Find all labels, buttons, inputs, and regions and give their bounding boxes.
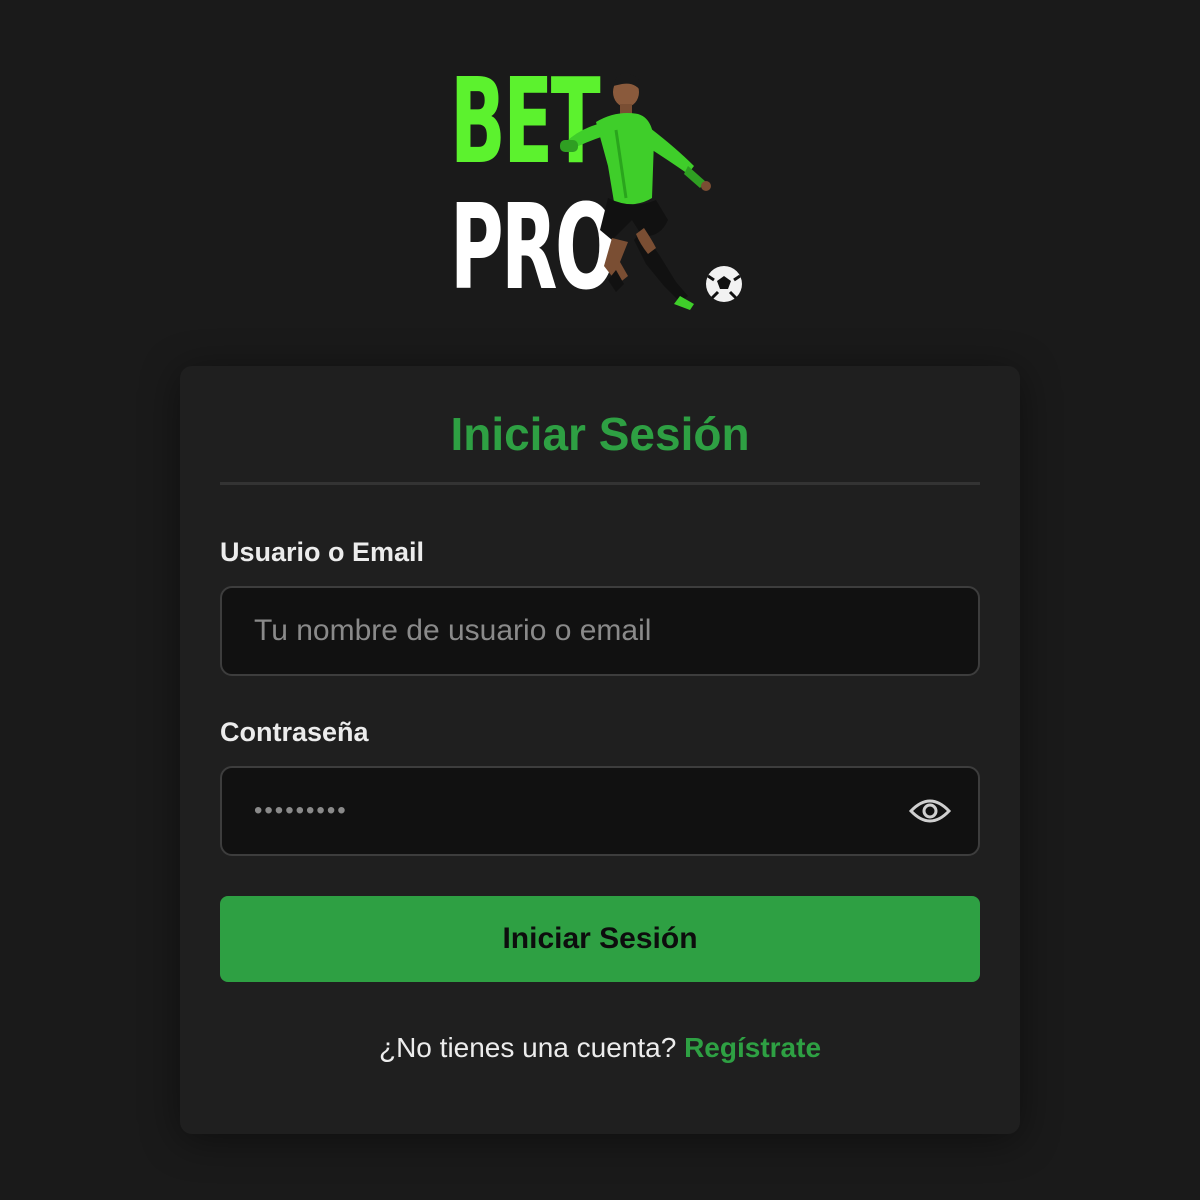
- betpro-logo: BET PRO: [448, 62, 748, 312]
- soccer-player-icon: [560, 73, 742, 310]
- register-prompt-text: ¿No tienes una cuenta?: [378, 1032, 677, 1063]
- password-label: Contraseña: [220, 717, 369, 747]
- eye-icon[interactable]: [904, 789, 956, 833]
- title-divider: [220, 482, 980, 485]
- username-label: Usuario o Email: [220, 537, 425, 567]
- password-input[interactable]: [220, 766, 980, 856]
- login-page: BET PRO Iniciar Sesión Usuario o Email T…: [0, 0, 1200, 1200]
- register-prompt-row: ¿No tienes una cuenta? Regístrate: [0, 1030, 1200, 1066]
- login-title: Iniciar Sesión: [450, 408, 750, 460]
- register-link[interactable]: Regístrate: [684, 1032, 821, 1063]
- username-input[interactable]: [220, 586, 980, 676]
- login-button[interactable]: Iniciar Sesión: [220, 896, 980, 982]
